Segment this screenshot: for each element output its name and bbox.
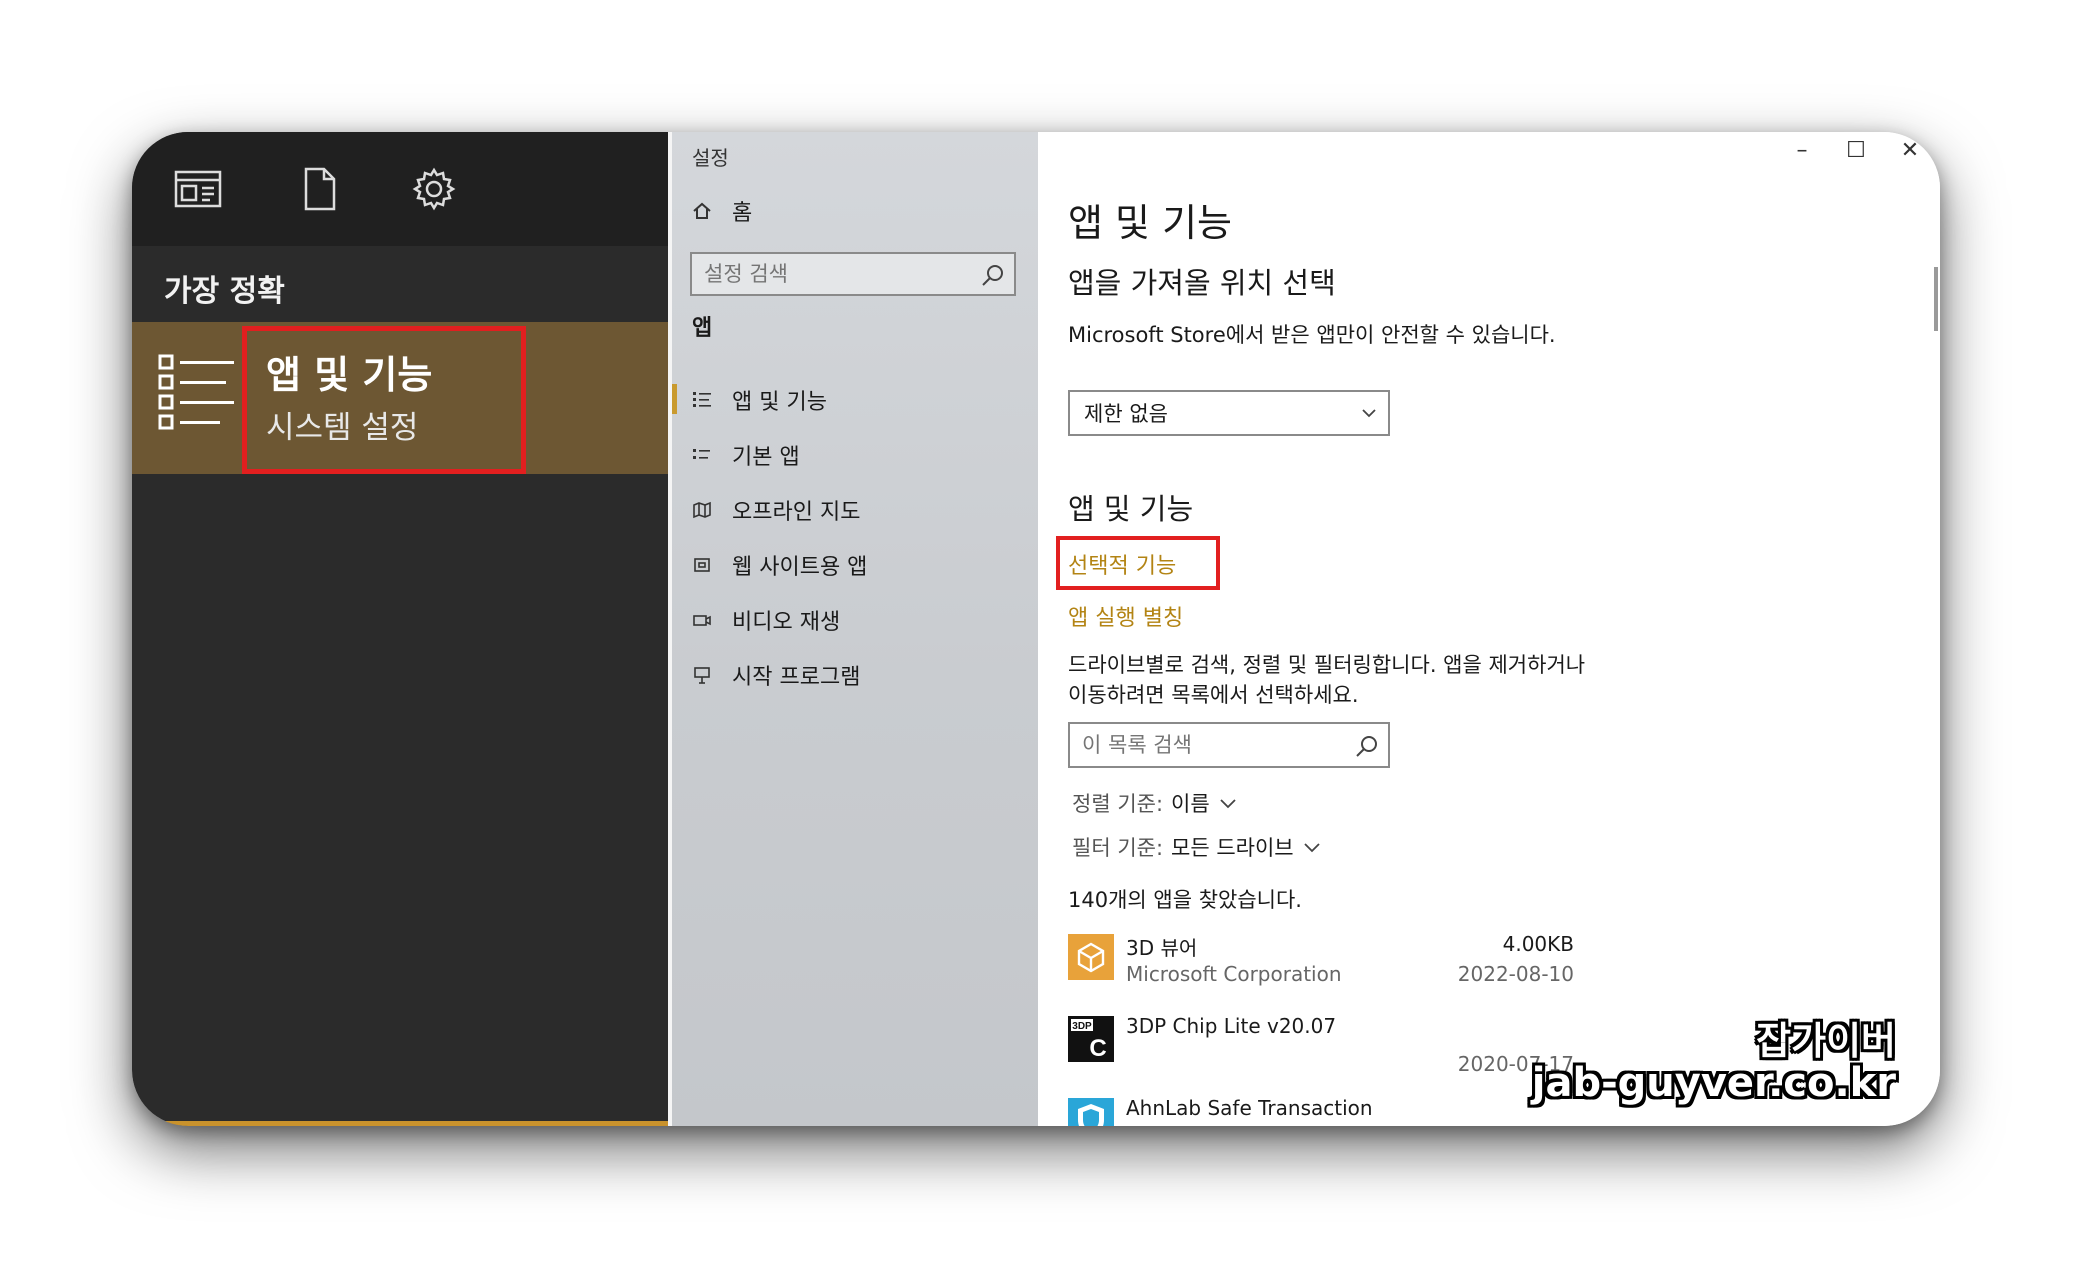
settings-search-box[interactable] xyxy=(690,252,1016,296)
nav-item-apps-features[interactable]: 앱 및 기능 xyxy=(672,372,1038,427)
apps-list-description: 드라이브별로 검색, 정렬 및 필터링합니다. 앱을 제거하거나 이동하려면 목… xyxy=(1068,653,1586,707)
ahnlab-shield-icon xyxy=(1068,1098,1114,1126)
nav-section-apps: 앱 xyxy=(692,316,713,341)
screenshot-frame: 가장 정확 앱 및 기능 시스템 설정 설정 홈 설정 검색 앱 앱 및 기능 … xyxy=(132,132,1940,1126)
app-list-item[interactable]: AhnLab Safe Transaction xyxy=(1068,1096,1574,1126)
page-title: 앱 및 기능 xyxy=(1068,201,1232,245)
nav-list: 앱 및 기능 기본 앱 오프라인 지도 웹 사이트용 앱 비디오 재생 시작 프… xyxy=(672,372,1038,702)
content-scrollbar[interactable] xyxy=(1934,267,1938,331)
dropdown-value: 제한 없음 xyxy=(1084,402,1168,426)
filter-value: 모든 드라이브 xyxy=(1171,836,1294,860)
window-controls: – ☐ ✕ xyxy=(1792,138,1920,163)
nav-item-video-playback[interactable]: 비디오 재생 xyxy=(672,592,1038,647)
sort-value: 이름 xyxy=(1171,792,1210,816)
apps-features-heading: 앱 및 기능 xyxy=(1068,492,1194,526)
document-icon[interactable] xyxy=(292,166,344,212)
install-source-heading: 앱을 가져올 위치 선택 xyxy=(1068,266,1336,300)
apps-features-icon xyxy=(693,391,711,407)
nav-home[interactable]: 홈 xyxy=(692,196,752,226)
apps-icon[interactable] xyxy=(172,166,224,212)
chevron-down-icon xyxy=(1362,409,1376,418)
svg-text:3DP: 3DP xyxy=(1072,1021,1092,1032)
app-size: 4.00KB xyxy=(1502,932,1574,956)
nav-item-apps-for-websites[interactable]: 웹 사이트용 앱 xyxy=(672,537,1038,592)
nav-home-label: 홈 xyxy=(732,201,753,226)
nav-item-label: 시작 프로그램 xyxy=(732,664,861,690)
filter-label: 필터 기준: xyxy=(1072,836,1164,860)
settings-search-input[interactable] xyxy=(692,254,962,294)
close-button[interactable]: ✕ xyxy=(1900,138,1920,163)
best-match-result[interactable]: 앱 및 기능 시스템 설정 xyxy=(132,322,668,474)
nav-item-label: 기본 앱 xyxy=(732,444,800,470)
best-match-heading: 가장 정확 xyxy=(164,274,285,309)
nav-item-label: 앱 및 기능 xyxy=(732,389,827,415)
nav-item-startup[interactable]: 시작 프로그램 xyxy=(672,647,1038,702)
filter-by-control[interactable]: 필터 기준: 모든 드라이브 xyxy=(1072,832,1322,862)
start-bottom-accent xyxy=(132,1121,668,1126)
nav-item-label: 비디오 재생 xyxy=(732,609,841,635)
search-icon[interactable] xyxy=(1354,733,1380,759)
result-title: 앱 및 기능 xyxy=(266,353,433,397)
video-playback-icon xyxy=(693,614,711,626)
svg-text:C: C xyxy=(1089,1035,1106,1062)
start-toolbar xyxy=(132,132,668,246)
install-source-dropdown[interactable]: 제한 없음 xyxy=(1068,390,1390,436)
startup-icon xyxy=(694,666,710,684)
app-name: 3D 뷰어 xyxy=(1126,936,1198,960)
search-icon[interactable] xyxy=(980,262,1006,288)
nav-item-label: 오프라인 지도 xyxy=(732,499,861,525)
app-list-item[interactable]: 3DP C 3DP Chip Lite v20.07 2020-07-17 xyxy=(1068,1014,1574,1084)
app-publisher: Microsoft Corporation xyxy=(1126,962,1342,986)
app-name: 3DP Chip Lite v20.07 xyxy=(1126,1014,1337,1038)
minimize-button[interactable]: – xyxy=(1792,138,1812,163)
app-execution-alias-link[interactable]: 앱 실행 별칭 xyxy=(1068,600,1183,632)
nav-item-offline-maps[interactable]: 오프라인 지도 xyxy=(672,482,1038,537)
app-date: 2022-08-10 xyxy=(1457,962,1574,986)
apps-list-icon xyxy=(158,354,234,430)
app-list-search-input[interactable] xyxy=(1070,724,1340,766)
sort-by-control[interactable]: 정렬 기준: 이름 xyxy=(1072,788,1238,818)
app-name: AhnLab Safe Transaction xyxy=(1126,1096,1373,1120)
nav-item-default-apps[interactable]: 기본 앱 xyxy=(672,427,1038,482)
settings-nav-pane: 설정 홈 앱 앱 및 기능 xyxy=(668,132,1038,1126)
app-list-item[interactable]: 3D 뷰어 Microsoft Corporation 4.00KB 2022-… xyxy=(1068,932,1574,1002)
window-title: 설정 xyxy=(692,146,729,170)
chevron-down-icon xyxy=(1304,843,1320,853)
start-search-panel: 가장 정확 앱 및 기능 시스템 설정 xyxy=(132,132,668,1126)
app-list-search-box[interactable] xyxy=(1068,722,1390,768)
apps-found-count: 140개의 앱을 찾았습니다. xyxy=(1068,888,1302,912)
watermark-title: 잡가이버 xyxy=(1756,1019,1896,1063)
gear-icon[interactable] xyxy=(408,166,460,212)
3dp-chip-icon: 3DP C xyxy=(1068,1016,1114,1062)
apps-for-websites-icon xyxy=(694,557,710,572)
nav-item-label: 웹 사이트용 앱 xyxy=(732,554,868,580)
watermark-url: jab-guyver.co.kr xyxy=(1531,1060,1896,1106)
sort-label: 정렬 기준: xyxy=(1072,792,1164,816)
settings-content-pane: – ☐ ✕ 앱 및 기능 앱을 가져올 위치 선택 Microsoft Stor… xyxy=(1038,132,1940,1126)
optional-features-link[interactable]: 선택적 기능 xyxy=(1068,548,1176,580)
offline-map-icon xyxy=(693,501,711,518)
result-subtitle: 시스템 설정 xyxy=(266,410,419,446)
default-apps-icon xyxy=(693,448,710,459)
maximize-button[interactable]: ☐ xyxy=(1846,138,1866,163)
chevron-down-icon xyxy=(1220,799,1236,809)
3d-viewer-icon xyxy=(1068,934,1114,980)
home-icon xyxy=(693,202,711,219)
install-source-description: Microsoft Store에서 받은 앱만이 안전할 수 있습니다. xyxy=(1068,323,1556,347)
